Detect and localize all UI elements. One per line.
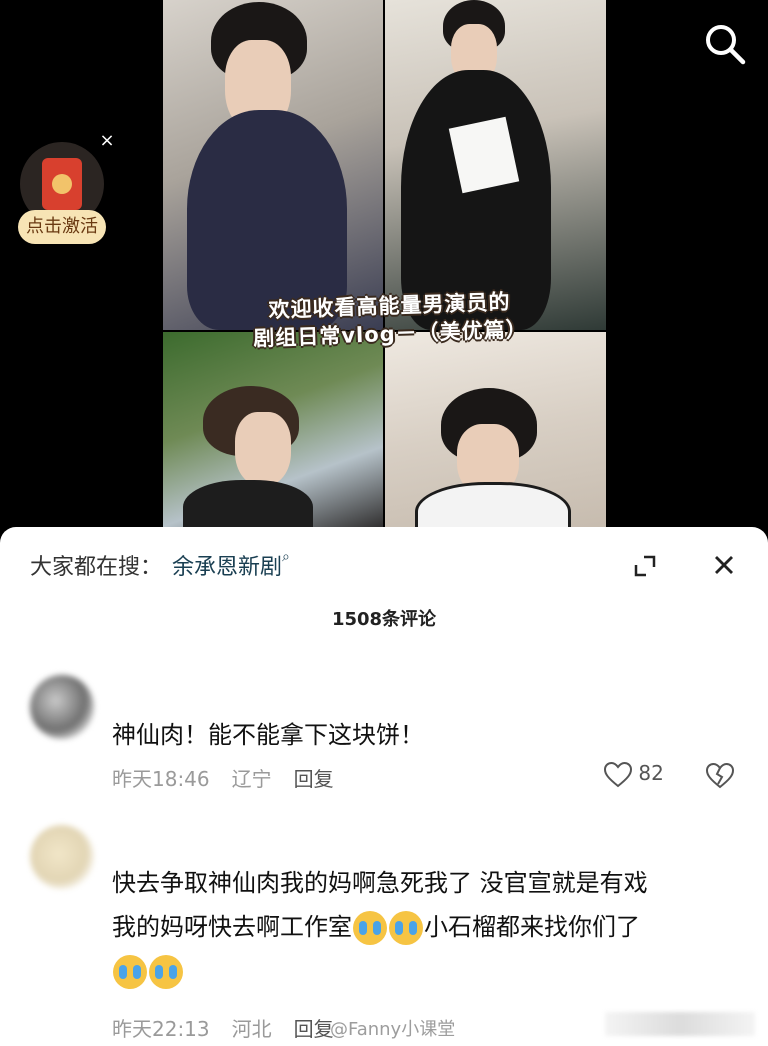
comment-meta: 昨天18:46 辽宁 回复: [112, 763, 356, 792]
video-collage: [163, 0, 606, 530]
video-frame-3: [163, 332, 383, 530]
comment-location: 辽宁: [231, 767, 272, 791]
watermark: @Fanny小课堂: [330, 1019, 456, 1040]
expand-icon[interactable]: [632, 553, 658, 579]
red-packet-close-icon[interactable]: ×: [98, 132, 116, 150]
comment-time: 昨天22:13: [112, 1017, 210, 1041]
hot-search-keyword[interactable]: 余承恩新剧: [172, 555, 282, 580]
comment-text: 快去争取神仙肉我的妈啊急死我了 没官宣就是有戏 我的妈呀快去啊工作室 小石榴都来找…: [112, 861, 732, 993]
activate-button[interactable]: 点击激活: [18, 210, 106, 244]
crying-emoji-icon: [149, 955, 183, 989]
video-frame-4: [385, 332, 606, 530]
red-packet-widget[interactable]: 点击激活: [18, 140, 106, 244]
comment-text: 神仙肉！能不能拿下这块饼！: [112, 721, 424, 749]
small-search-icon: ⌕: [282, 549, 290, 565]
search-icon[interactable]: [703, 22, 747, 66]
like-count: 82: [638, 761, 664, 785]
avatar[interactable]: [30, 825, 94, 889]
crying-emoji-icon: [113, 955, 147, 989]
like-button[interactable]: 82: [603, 761, 664, 788]
comment-location: 河北: [231, 1017, 272, 1041]
broken-heart-icon[interactable]: [705, 762, 735, 793]
avatar[interactable]: [30, 675, 94, 739]
crying-emoji-icon: [353, 911, 387, 945]
crying-emoji-icon: [389, 911, 423, 945]
video-player[interactable]: 欢迎收看高能量男演员的 剧组日常vlog－（美优篇）: [0, 0, 768, 540]
comment-time: 昨天18:46: [112, 767, 210, 791]
comment-meta: 昨天22:13 河北 回复: [112, 1013, 356, 1042]
reply-button[interactable]: 回复: [294, 767, 334, 791]
blurred-region: [605, 1012, 755, 1036]
comment-count: 1508条评论: [331, 609, 437, 630]
hot-search-bar[interactable]: 大家都在搜： 余承恩新剧⌕: [30, 549, 290, 581]
hot-search-prefix: 大家都在搜：: [30, 555, 163, 580]
comment-sheet: 大家都在搜： 余承恩新剧⌕ 1508条评论 神仙肉！能不能拿下这块饼！ 昨天18:…: [0, 527, 768, 1046]
heart-icon: [603, 761, 633, 787]
reply-button[interactable]: 回复: [294, 1017, 334, 1041]
video-frame-2: [385, 0, 606, 330]
video-frame-1: [163, 0, 383, 330]
close-icon[interactable]: [710, 551, 738, 579]
